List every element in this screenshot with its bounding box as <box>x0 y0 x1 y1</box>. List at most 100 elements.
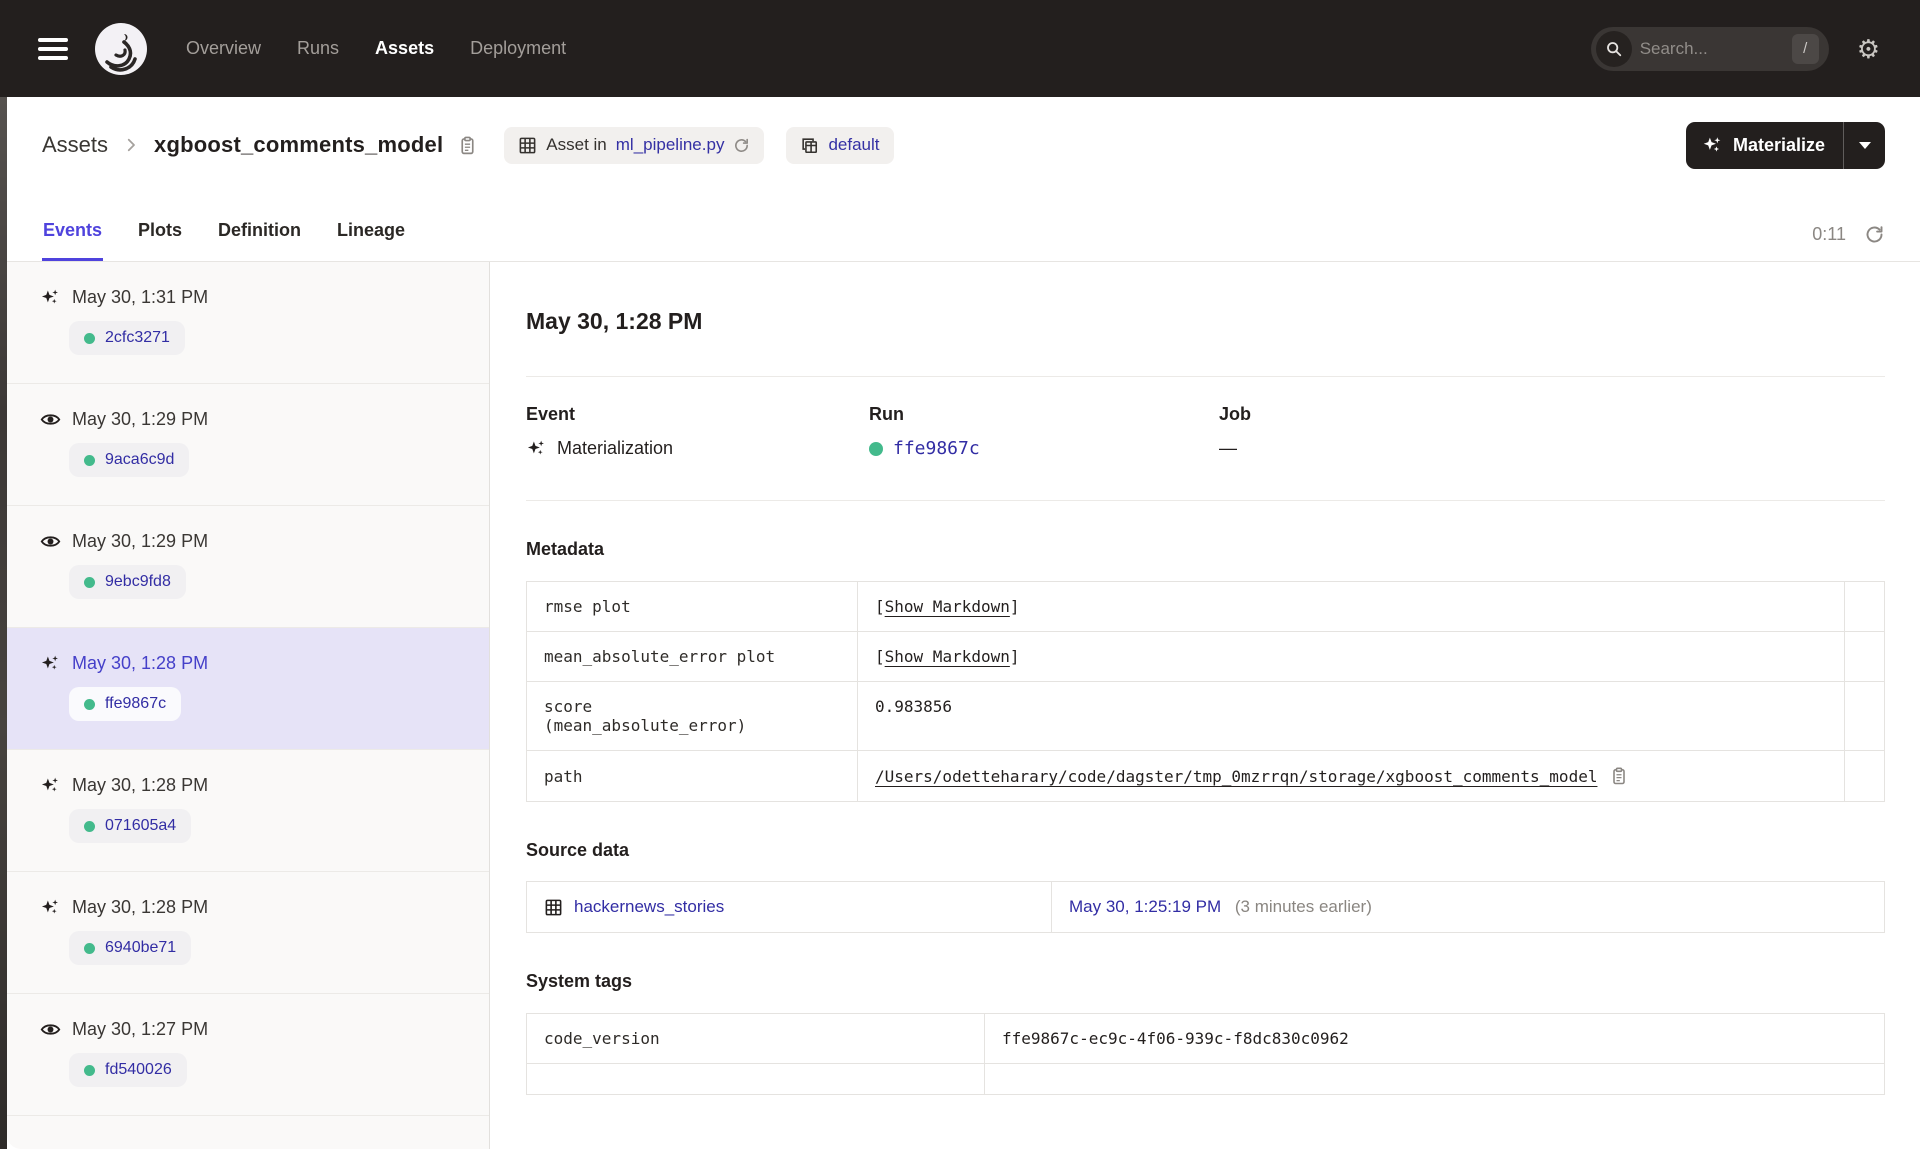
primary-nav: Overview Runs Assets Deployment <box>186 38 566 59</box>
show-markdown-link[interactable]: [Show Markdown] <box>875 597 1020 616</box>
run-id-link: 2cfc3271 <box>105 329 170 346</box>
asset-grid-icon <box>545 899 562 915</box>
reload-definition-icon[interactable] <box>733 137 750 154</box>
event-list-item[interactable]: May 30, 1:31 PM 2cfc3271 <box>7 262 489 384</box>
source-asset-link[interactable]: hackernews_stories <box>544 897 1034 917</box>
search-input[interactable] <box>1631 38 1792 59</box>
metadata-key: mean_absolute_error plot <box>526 631 858 682</box>
nav-item-deployment[interactable]: Deployment <box>470 38 566 59</box>
metadata-endcap-cell <box>1844 750 1885 802</box>
group-badge: default <box>786 126 894 164</box>
run-status-dot <box>84 942 95 954</box>
copy-asset-name-icon[interactable] <box>457 135 478 156</box>
storage-path-link[interactable]: /Users/odetteharary/code/dagster/tmp_0mz… <box>875 767 1597 786</box>
nav-item-assets[interactable]: Assets <box>375 38 434 59</box>
run-id-link: 9aca6c9d <box>105 451 175 468</box>
copy-path-icon[interactable] <box>1609 766 1629 786</box>
table-row: mean_absolute_error plot [Show Markdown] <box>526 631 1885 682</box>
tab-lineage[interactable]: Lineage <box>336 220 406 261</box>
event-detail-heading: May 30, 1:28 PM <box>526 308 703 334</box>
asset-grid-icon <box>519 137 536 153</box>
run-status-dot <box>84 820 95 832</box>
metadata-key: rmse plot <box>526 581 858 632</box>
materialization-sparkle-icon <box>40 897 61 918</box>
refresh-countdown: 0:11 <box>1812 224 1846 244</box>
pipeline-file-link[interactable]: ml_pipeline.py <box>616 135 725 155</box>
nav-item-overview[interactable]: Overview <box>186 38 261 59</box>
observation-eye-icon <box>40 531 61 552</box>
table-row: hackernews_stories May 30, 1:25:19 PM (3… <box>526 881 1885 933</box>
event-time: May 30, 1:27 PM <box>72 1019 209 1039</box>
table-row: path /Users/odetteharary/code/dagster/tm… <box>526 750 1885 802</box>
search-icon <box>1595 30 1632 67</box>
group-icon <box>802 137 818 153</box>
metadata-table: rmse plot [Show Markdown] mean_absolute_… <box>526 581 1885 802</box>
group-default-link[interactable]: default <box>828 135 879 155</box>
metadata-endcap-cell <box>1844 581 1885 632</box>
system-tags-section-title: System tags <box>526 971 633 991</box>
run-id-badge[interactable]: ffe9867c <box>69 687 182 721</box>
job-value: — <box>1219 438 1237 458</box>
event-list-item[interactable]: May 30, 1:27 PM fd540026 <box>7 994 489 1116</box>
dagster-logo[interactable] <box>94 22 148 76</box>
materialize-button[interactable]: Materialize <box>1686 122 1843 169</box>
run-id-link: 071605a4 <box>105 817 177 834</box>
event-time: May 30, 1:28 PM <box>72 653 209 673</box>
metadata-key: path <box>526 750 858 802</box>
materialization-sparkle-icon <box>40 653 61 674</box>
nav-item-runs[interactable]: Runs <box>297 38 339 59</box>
top-nav: Overview Runs Assets Deployment / ⚙ <box>0 0 1920 97</box>
hamburger-menu-icon[interactable] <box>38 37 68 60</box>
tab-events[interactable]: Events <box>42 220 103 261</box>
run-status-dot <box>84 454 95 466</box>
metadata-key: score (mean_absolute_error) <box>526 681 858 751</box>
source-data-section-title: Source data <box>526 840 630 860</box>
score-value: 0.983856 <box>875 697 953 716</box>
run-id-link: ffe9867c <box>105 695 167 712</box>
event-time: May 30, 1:28 PM <box>72 897 209 917</box>
metadata-endcap-cell <box>1844 681 1885 751</box>
run-id-badge[interactable]: 2cfc3271 <box>69 321 185 355</box>
show-markdown-link[interactable]: [Show Markdown] <box>875 647 1020 666</box>
breadcrumb-assets-link[interactable]: Assets <box>42 132 108 158</box>
event-list-item[interactable]: May 30, 1:28 PM 071605a4 <box>7 750 489 872</box>
observation-eye-icon <box>40 1019 61 1040</box>
run-id-badge[interactable]: 9ebc9fd8 <box>69 565 186 599</box>
run-id-badge[interactable]: 9aca6c9d <box>69 443 190 477</box>
run-id-link: 9ebc9fd8 <box>105 573 171 590</box>
settings-gear-icon[interactable]: ⚙ <box>1857 36 1880 62</box>
event-list-item[interactable]: May 30, 1:28 PM 6940be71 <box>7 872 489 994</box>
event-list-item[interactable]: May 30, 1:29 PM 9ebc9fd8 <box>7 506 489 628</box>
source-relative-time: (3 minutes earlier) <box>1234 897 1372 916</box>
source-timestamp-link[interactable]: May 30, 1:25:19 PM <box>1069 897 1221 916</box>
run-id-badge[interactable]: fd540026 <box>69 1053 187 1087</box>
refresh-icon[interactable] <box>1864 224 1885 245</box>
run-id-badge[interactable]: 071605a4 <box>69 809 192 843</box>
tab-plots[interactable]: Plots <box>137 220 183 261</box>
tag-key: code_version <box>526 1013 985 1064</box>
run-id-link[interactable]: ffe9867c <box>893 438 980 459</box>
sparkle-icon <box>1703 136 1721 152</box>
event-list-item[interactable]: May 30, 1:29 PM 9aca6c9d <box>7 384 489 506</box>
table-row <box>526 1063 1885 1095</box>
run-id-badge[interactable]: 6940be71 <box>69 931 192 965</box>
observation-eye-icon <box>40 409 61 430</box>
asset-in-label: Asset in <box>546 135 607 154</box>
search-box[interactable]: / <box>1590 26 1829 71</box>
event-time: May 30, 1:31 PM <box>72 287 209 307</box>
run-status-dot <box>84 332 95 344</box>
run-id-link: 6940be71 <box>105 939 177 956</box>
run-status-dot <box>84 576 95 588</box>
event-list-item-selected[interactable]: May 30, 1:28 PM ffe9867c <box>7 628 489 750</box>
metadata-section-title: Metadata <box>526 539 605 559</box>
event-list-sidebar: May 30, 1:31 PM 2cfc3271 May 30, 1:29 PM… <box>7 262 490 1149</box>
table-row: code_version ffe9867c-ec9c-4f06-939c-f8d… <box>526 1013 1885 1064</box>
materialize-dropdown-button[interactable] <box>1843 121 1885 169</box>
tab-definition[interactable]: Definition <box>217 220 302 261</box>
event-detail-panel: May 30, 1:28 PM Event Materialization Ru… <box>490 262 1920 1149</box>
tag-value <box>984 1063 1885 1095</box>
source-data-table: hackernews_stories May 30, 1:25:19 PM (3… <box>526 881 1885 933</box>
materialization-sparkle-icon <box>40 775 61 796</box>
materialize-split-button: Materialize <box>1685 121 1885 169</box>
event-type-value: Materialization <box>557 438 674 458</box>
